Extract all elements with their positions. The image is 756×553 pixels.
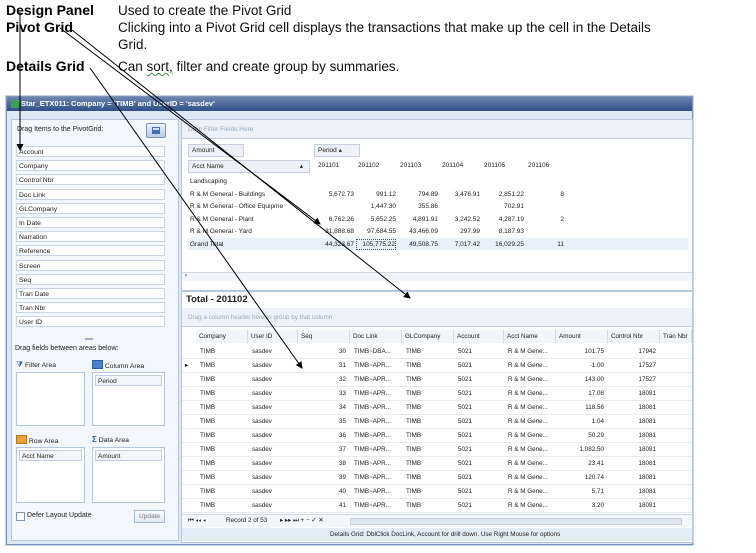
details-grid-arrow — [89, 67, 303, 369]
annotation-arrows — [16, 12, 411, 369]
pivot-grid-arrow — [59, 27, 321, 225]
pivot-to-details-arrow — [71, 29, 411, 299]
